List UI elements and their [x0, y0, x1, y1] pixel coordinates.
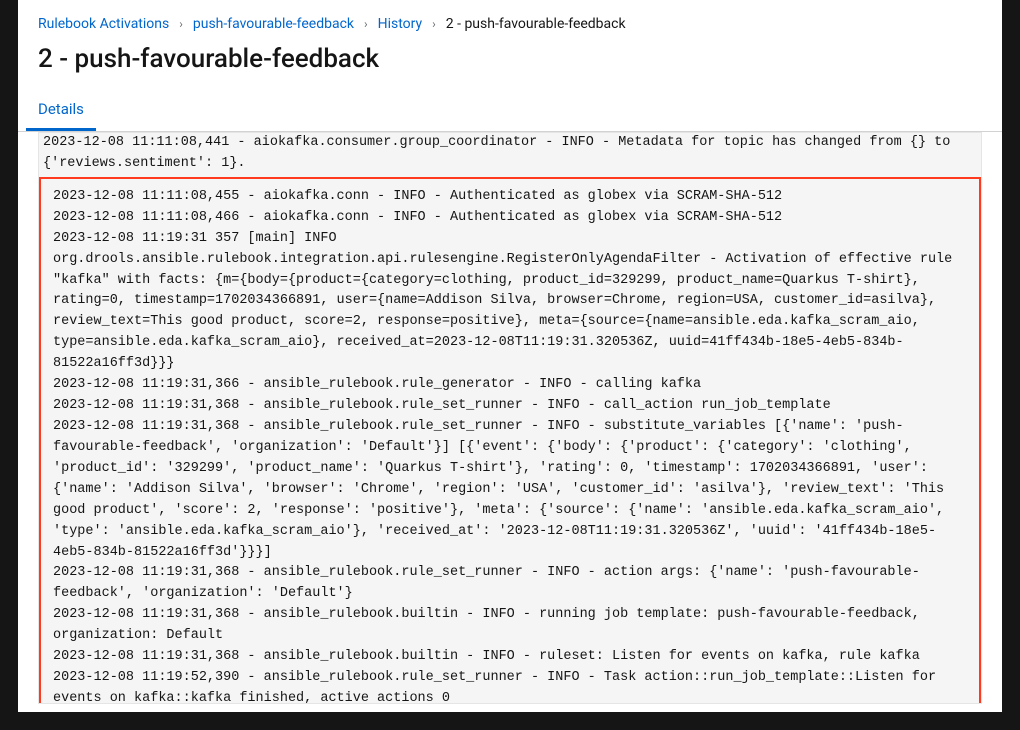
breadcrumb-link-activations[interactable]: Rulebook Activations: [38, 16, 169, 32]
breadcrumb-link-rulebook[interactable]: push-favourable-feedback: [193, 16, 354, 32]
breadcrumb-current: 2 - push-favourable-feedback: [446, 16, 626, 32]
outer-frame: Rulebook Activations › push-favourable-f…: [0, 0, 1020, 730]
content-panel: Rulebook Activations › push-favourable-f…: [18, 0, 1002, 712]
chevron-right-icon: ›: [364, 17, 368, 31]
breadcrumb: Rulebook Activations › push-favourable-f…: [18, 0, 1002, 40]
log-output[interactable]: 2023-12-08 11:11:08,441 - aiokafka.consu…: [38, 132, 982, 704]
chevron-right-icon: ›: [179, 17, 183, 31]
log-highlight-region: 2023-12-08 11:11:08,455 - aiokafka.conn …: [39, 177, 981, 704]
page-title: 2 - push-favourable-feedback: [18, 40, 1002, 90]
chevron-right-icon: ›: [432, 17, 436, 31]
log-line: 2023-12-08 11:11:08,441 - aiokafka.consu…: [39, 133, 981, 175]
log-text: 2023-12-08 11:11:08,455 - aiokafka.conn …: [45, 181, 975, 704]
tab-details[interactable]: Details: [26, 90, 96, 131]
tabs: Details: [18, 90, 1002, 132]
breadcrumb-link-history[interactable]: History: [378, 16, 423, 32]
